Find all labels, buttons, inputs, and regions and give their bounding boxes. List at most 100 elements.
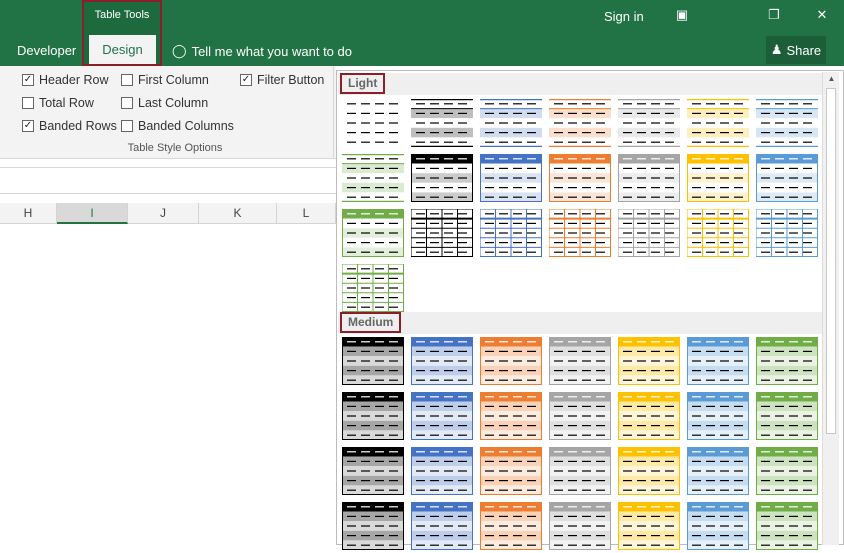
table-style-light-4[interactable]	[549, 98, 611, 148]
table-style-light-21[interactable]	[755, 208, 818, 257]
tab-design[interactable]: Design	[89, 35, 156, 64]
table-style-medium-5[interactable]	[618, 337, 680, 385]
table-style-medium-24[interactable]	[480, 502, 542, 550]
total-row-option[interactable]: Total Row	[22, 96, 94, 110]
table-style-medium-1[interactable]	[342, 337, 404, 385]
table-style-medium-9[interactable]	[411, 392, 473, 440]
table-style-light-11[interactable]	[549, 154, 611, 202]
filter-button-option[interactable]: ✓ Filter Button	[240, 73, 324, 87]
table-style-light-8[interactable]	[342, 153, 404, 203]
table-style-light-1[interactable]	[342, 99, 404, 147]
table-style-medium-26[interactable]	[618, 502, 680, 550]
table-style-medium-16[interactable]	[411, 447, 473, 495]
table-style-medium-10[interactable]	[480, 392, 542, 440]
table-style-medium-7[interactable]	[756, 337, 818, 385]
column-header-l[interactable]: L	[277, 203, 336, 224]
restore-down-icon[interactable]: ❐	[764, 7, 784, 23]
tab-developer[interactable]: Developer	[17, 43, 76, 58]
table-style-light-2[interactable]	[411, 98, 473, 148]
gallery-scrollbar[interactable]: ▲	[822, 72, 839, 545]
light-section-label: Light	[340, 73, 386, 94]
banded-rows-label: Banded Rows	[39, 119, 117, 133]
person-icon: ♟	[770, 42, 783, 57]
table-style-light-6[interactable]	[687, 98, 749, 148]
table-style-light-22[interactable]	[341, 263, 404, 312]
column-header-h[interactable]: H	[0, 203, 57, 224]
table-style-medium-21[interactable]	[756, 447, 818, 495]
banded-rows-checkbox[interactable]: ✓	[22, 120, 34, 132]
last-column-label: Last Column	[138, 96, 209, 110]
table-style-light-10[interactable]	[480, 154, 542, 202]
tell-me-label: Tell me what you want to do	[191, 43, 352, 59]
banded-columns-checkbox[interactable]	[121, 120, 133, 132]
lightbulb-icon: ◯	[172, 43, 187, 58]
header-row-label: Header Row	[39, 73, 109, 87]
table-style-medium-18[interactable]	[549, 447, 611, 495]
first-column-option[interactable]: First Column	[121, 73, 209, 87]
table-style-medium-25[interactable]	[549, 502, 611, 550]
sign-in-link[interactable]: Sign in	[604, 9, 644, 24]
table-style-light-14[interactable]	[756, 154, 818, 202]
table-style-light-7[interactable]	[756, 98, 818, 148]
filter-button-label: Filter Button	[257, 73, 325, 87]
table-style-medium-28[interactable]	[756, 502, 818, 550]
table-style-medium-19[interactable]	[618, 447, 680, 495]
ribbon-divider	[333, 66, 334, 159]
first-column-checkbox[interactable]	[121, 74, 133, 86]
filter-button-checkbox[interactable]: ✓	[240, 74, 252, 86]
table-style-medium-2[interactable]	[411, 337, 473, 385]
ribbon-display-icon[interactable]: ▣	[672, 7, 692, 23]
table-style-medium-3[interactable]	[480, 337, 542, 385]
light-section-header: Light	[338, 73, 823, 95]
table-style-medium-12[interactable]	[618, 392, 680, 440]
table-style-medium-22[interactable]	[342, 502, 404, 550]
header-row-checkbox[interactable]: ✓	[22, 74, 34, 86]
table-style-light-13[interactable]	[687, 154, 749, 202]
table-style-medium-23[interactable]	[411, 502, 473, 550]
table-style-medium-20[interactable]	[687, 447, 749, 495]
total-row-checkbox[interactable]	[22, 97, 34, 109]
table-style-medium-8[interactable]	[342, 392, 404, 440]
close-icon[interactable]: ✕	[812, 7, 832, 23]
ribbon-panel: ✓ Header Row Total Row ✓ Banded Rows Fir…	[0, 66, 336, 159]
table-style-light-16[interactable]	[410, 208, 473, 257]
formula-bar[interactable]	[0, 167, 336, 194]
table-style-light-12[interactable]	[618, 154, 680, 202]
total-row-label: Total Row	[39, 96, 94, 110]
table-style-light-9[interactable]	[411, 154, 473, 202]
table-style-medium-27[interactable]	[687, 502, 749, 550]
medium-section-header: Medium	[338, 312, 823, 334]
last-column-checkbox[interactable]	[121, 97, 133, 109]
table-style-light-20[interactable]	[686, 208, 749, 257]
last-column-option[interactable]: Last Column	[121, 96, 208, 110]
scroll-thumb[interactable]	[826, 88, 836, 434]
table-style-medium-4[interactable]	[549, 337, 611, 385]
table-style-medium-15[interactable]	[342, 447, 404, 495]
column-header-i[interactable]: I	[57, 203, 128, 224]
banded-rows-option[interactable]: ✓ Banded Rows	[22, 119, 117, 133]
table-style-medium-11[interactable]	[549, 392, 611, 440]
table-style-light-19[interactable]	[617, 208, 680, 257]
scroll-up-icon[interactable]: ▲	[823, 74, 840, 83]
table-style-medium-17[interactable]	[480, 447, 542, 495]
group-label: Table Style Options	[127, 142, 223, 154]
banded-columns-option[interactable]: Banded Columns	[121, 119, 234, 133]
header-row-option[interactable]: ✓ Header Row	[22, 73, 108, 87]
banded-columns-label: Banded Columns	[138, 119, 234, 133]
share-button[interactable]: ♟ Share	[766, 36, 826, 64]
medium-section-label: Medium	[340, 312, 402, 333]
first-column-label: First Column	[138, 73, 209, 87]
table-style-light-5[interactable]	[618, 98, 680, 148]
context-group-title: Table Tools	[94, 9, 150, 21]
table-style-light-17[interactable]	[479, 208, 542, 257]
table-style-medium-14[interactable]	[756, 392, 818, 440]
share-label: Share	[786, 42, 822, 58]
table-style-light-15[interactable]	[342, 209, 404, 257]
tell-me-box[interactable]: ◯ Tell me what you want to do	[172, 43, 352, 59]
column-header-k[interactable]: K	[199, 203, 277, 224]
table-style-medium-13[interactable]	[687, 392, 749, 440]
table-style-light-3[interactable]	[480, 98, 542, 148]
table-style-medium-6[interactable]	[687, 337, 749, 385]
column-header-j[interactable]: J	[128, 203, 199, 224]
table-style-light-18[interactable]	[548, 208, 611, 257]
